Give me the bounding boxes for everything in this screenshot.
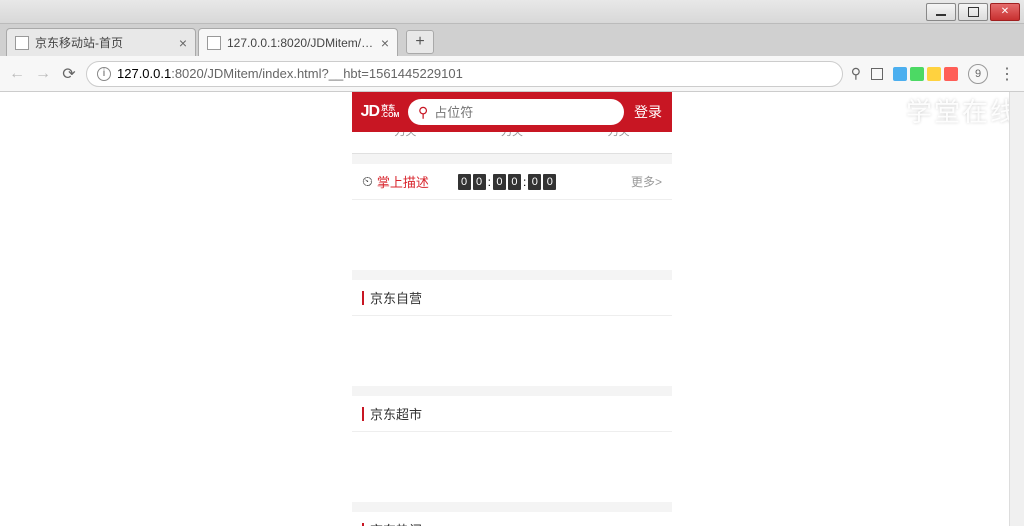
countdown-timer: 0 0 : 0 0 : 0 0 (458, 174, 557, 190)
section-title: 京东热门 (370, 520, 662, 526)
section-body (352, 200, 672, 270)
digit: 0 (473, 174, 486, 190)
extension-icon[interactable] (893, 67, 907, 81)
mobile-page: JD 京东.COM ⚲ 登录 刀关 刀关 刀关 ⏲ 掌上描述 0 (352, 92, 672, 526)
forward-button[interactable]: → (34, 65, 52, 83)
browser-tab-1[interactable]: 京东移动站-首页 × (6, 28, 196, 56)
colon: : (488, 174, 491, 190)
watermark-text: 学堂在线 (906, 92, 1018, 129)
address-bar[interactable]: i 127.0.0.1:8020/JDMitem/index.html?__hb… (86, 61, 843, 87)
tab-title: 京东移动站-首页 (35, 34, 173, 51)
extension-icon[interactable] (944, 67, 958, 81)
tab-title: 127.0.0.1:8020/JDMitem/inde (227, 36, 375, 50)
site-info-icon[interactable]: i (97, 67, 111, 81)
extension-icon[interactable] (910, 67, 924, 81)
section-ziying: 京东自营 (352, 270, 672, 386)
category-item[interactable]: 刀关 (459, 132, 566, 139)
jd-logo[interactable]: JD 京东.COM (358, 100, 402, 124)
page-icon (15, 36, 29, 50)
window-maximize-button[interactable] (958, 3, 988, 21)
jd-logo-sub: 京东.COM (381, 105, 399, 119)
category-strip: 刀关 刀关 刀关 (352, 132, 672, 154)
clock-icon: ⏲ (362, 173, 373, 190)
watermark-logo-icon (867, 95, 898, 126)
profile-avatar[interactable]: 9 (968, 64, 988, 84)
login-link[interactable]: 登录 (630, 102, 666, 122)
toolbar-right: ⚲ 9 ⋮ (851, 64, 1016, 84)
accent-bar (362, 523, 364, 526)
section-header: 京东超市 (352, 396, 672, 432)
tab-close-icon[interactable]: × (381, 35, 389, 51)
section-body (352, 432, 672, 502)
section-title: 京东超市 (370, 404, 662, 423)
digit: 0 (493, 174, 506, 190)
extension-strip (893, 67, 958, 81)
section-chaoshi: 京东超市 (352, 386, 672, 502)
accent-bar (362, 407, 364, 421)
new-tab-button[interactable]: + (406, 30, 434, 54)
digit: 0 (458, 174, 471, 190)
menu-icon[interactable]: ⋮ (998, 64, 1016, 84)
extension-icon[interactable] (927, 67, 941, 81)
browser-toolbar: ← → ⟳ i 127.0.0.1:8020/JDMitem/index.htm… (0, 56, 1024, 92)
watermark: 学堂在线 (867, 92, 1018, 129)
tab-close-icon[interactable]: × (179, 35, 187, 51)
back-button[interactable]: ← (8, 65, 26, 83)
section-title: 京东自营 (370, 288, 662, 307)
jd-logo-text: JD (361, 103, 379, 121)
digit: 0 (508, 174, 521, 190)
digit: 0 (543, 174, 556, 190)
colon: : (523, 174, 526, 190)
search-input[interactable] (434, 105, 614, 120)
extension-icon[interactable] (871, 68, 883, 80)
category-item[interactable]: 刀关 (565, 132, 672, 139)
window-close-button[interactable]: ✕ (990, 3, 1020, 21)
window-titlebar: ✕ (0, 0, 1024, 24)
page-viewport: JD 京东.COM ⚲ 登录 刀关 刀关 刀关 ⏲ 掌上描述 0 (0, 92, 1024, 526)
section-header: ⏲ 掌上描述 0 0 : 0 0 : 0 0 更多> (352, 164, 672, 200)
reload-button[interactable]: ⟳ (60, 64, 78, 84)
more-link[interactable]: 更多> (631, 173, 662, 190)
search-icon[interactable]: ⚲ (851, 65, 861, 82)
page-icon (207, 36, 221, 50)
section-title: 掌上描述 (377, 172, 452, 191)
window-minimize-button[interactable] (926, 3, 956, 21)
browser-tab-2[interactable]: 127.0.0.1:8020/JDMitem/inde × (198, 28, 398, 56)
flash-sale-section: ⏲ 掌上描述 0 0 : 0 0 : 0 0 更多> (352, 154, 672, 270)
section-header: 京东热门 (352, 512, 672, 526)
section-remen: 京东热门 (352, 502, 672, 526)
search-icon: ⚲ (418, 104, 428, 121)
section-header: 京东自营 (352, 280, 672, 316)
jd-header: JD 京东.COM ⚲ 登录 (352, 92, 672, 132)
jd-search-box[interactable]: ⚲ (408, 99, 624, 125)
section-body (352, 316, 672, 386)
browser-tab-strip: 京东移动站-首页 × 127.0.0.1:8020/JDMitem/inde ×… (0, 24, 1024, 56)
digit: 0 (528, 174, 541, 190)
category-item[interactable]: 刀关 (352, 132, 459, 139)
url-text: 127.0.0.1:8020/JDMitem/index.html?__hbt=… (117, 66, 463, 81)
accent-bar (362, 291, 364, 305)
